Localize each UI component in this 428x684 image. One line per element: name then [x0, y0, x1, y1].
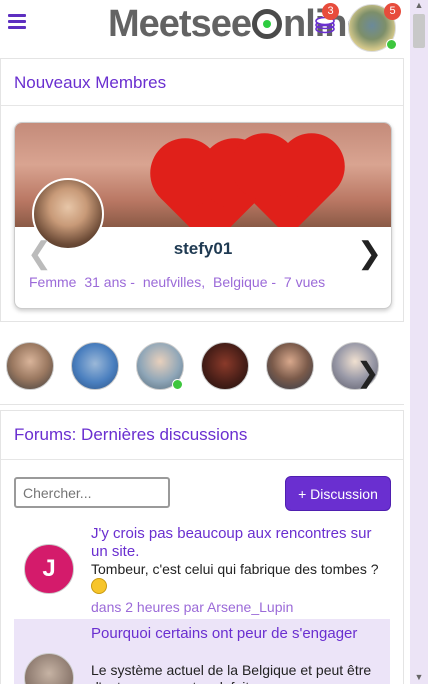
notifications-badge: 5 [384, 3, 401, 20]
member-info: Femme 31 ans - neufvilles, Belgique - 7 … [29, 274, 329, 290]
panel-divider [1, 105, 403, 106]
new-members-title: Nouveaux Membres [14, 73, 167, 92]
member-name[interactable]: stefy01 [15, 239, 391, 259]
top-header: Meetseenline 3 5 [0, 0, 410, 52]
thread-excerpt-text: Tombeur, c'est celui qui fabrique des to… [91, 561, 379, 577]
section-divider [0, 404, 404, 405]
logo-text-left: Meetsee [108, 2, 252, 45]
coins-badge: 3 [322, 3, 339, 20]
member-thumbnail[interactable] [71, 342, 119, 390]
chevron-left-icon[interactable]: ❮ [27, 239, 52, 269]
vertical-scrollbar[interactable]: ▲ ▼ [410, 0, 428, 684]
member-thumbnail[interactable] [266, 342, 314, 390]
thread-author-avatar[interactable]: J [24, 544, 74, 594]
member-card[interactable]: stefy01 ❮ ❯ Femme 31 ans - neufvilles, B… [14, 122, 392, 309]
forum-search-input[interactable] [14, 477, 170, 508]
member-gender: Femme [29, 274, 77, 290]
member-views: 7 vues [283, 274, 326, 290]
new-discussion-button[interactable]: + Discussion [285, 476, 391, 511]
hamburger-menu-icon[interactable] [8, 14, 26, 30]
new-members-panel: Nouveaux Membres stefy01 ❮ ❯ Femme 31 an… [0, 58, 404, 322]
thread-meta[interactable]: dans 2 heures par Arsene_Lupin [91, 599, 293, 615]
member-thumbnail[interactable] [201, 342, 249, 390]
member-city: neufvilles, [142, 274, 206, 290]
laughing-emoji-icon [91, 578, 107, 594]
scrollbar-thumb[interactable] [413, 14, 425, 48]
user-online-indicator [386, 39, 397, 50]
logo-o-icon [251, 9, 282, 39]
members-avatar-carousel: ❯ [0, 336, 410, 396]
member-age: 31 ans - [84, 274, 135, 290]
thread-item[interactable]: J J'y crois pas beaucoup aux rencontres … [14, 519, 390, 615]
chevron-right-icon[interactable]: ❯ [357, 239, 382, 269]
panel-divider [1, 459, 403, 460]
forums-title: Forums: Dernières discussions [14, 425, 248, 444]
member-online-indicator [172, 379, 183, 390]
thread-title[interactable]: J'y crois pas beaucoup aux rencontres su… [91, 525, 381, 561]
thread-excerpt: Le système actuel de la Belgique et peut… [91, 662, 372, 684]
thread-title[interactable]: Pourquoi certains ont peur de s'engager [91, 625, 381, 643]
forums-panel: Forums: Dernières discussions + Discussi… [0, 410, 404, 684]
member-country: Belgique - [212, 274, 277, 290]
thread-author-avatar[interactable] [24, 653, 74, 684]
chevron-right-icon[interactable]: ❯ [356, 356, 379, 389]
page: Meetseenline 3 5 Nouveaux Membres stefy0… [0, 0, 410, 684]
thread-item[interactable]: Pourquoi certains ont peur de s'engager … [14, 619, 390, 684]
scroll-down-icon[interactable]: ▼ [414, 672, 424, 682]
thread-excerpt: Tombeur, c'est celui qui fabrique des to… [91, 561, 386, 596]
heart-shape-right [240, 142, 336, 227]
scroll-up-icon[interactable]: ▲ [414, 0, 424, 10]
member-thumbnail[interactable] [6, 342, 54, 390]
